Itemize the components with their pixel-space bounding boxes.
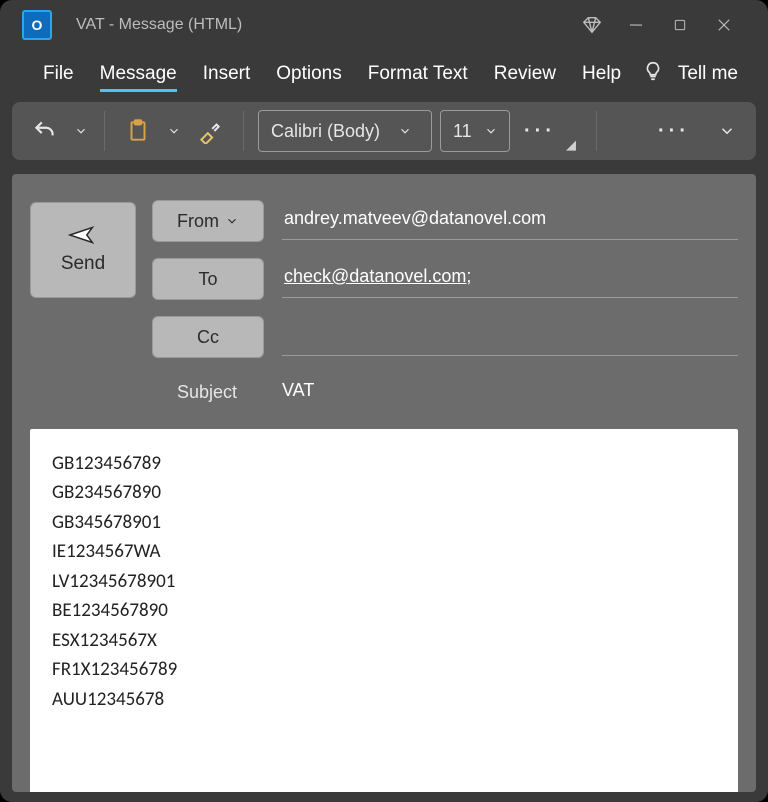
separator <box>596 111 597 151</box>
from-field[interactable]: andrey.matveev@datanovel.com <box>282 202 738 240</box>
subject-field[interactable]: VAT <box>280 374 738 411</box>
to-button[interactable]: To <box>152 258 264 300</box>
menu-help[interactable]: Help <box>569 50 634 98</box>
paste-more-button[interactable] <box>165 111 183 151</box>
font-size-select[interactable]: 11 <box>440 110 510 152</box>
menu-options[interactable]: Options <box>263 50 354 98</box>
body-line: LV12345678901 <box>52 567 716 596</box>
menu-file[interactable]: File <box>30 50 87 98</box>
body-line: FR1X123456789 <box>52 655 716 684</box>
cc-field[interactable] <box>282 319 738 356</box>
menu-insert[interactable]: Insert <box>190 50 264 98</box>
window-title: VAT - Message (HTML) <box>76 16 242 34</box>
body-line: GB345678901 <box>52 508 716 537</box>
from-button[interactable]: From <box>152 200 264 242</box>
separator <box>104 111 105 151</box>
undo-button[interactable] <box>26 111 64 151</box>
subject-label: Subject <box>152 382 262 403</box>
compose-area: Send From andrey.matveev@datanovel.com T… <box>12 174 756 792</box>
to-field[interactable]: check@datanovel.com; <box>282 260 738 298</box>
cc-label: Cc <box>197 327 219 348</box>
to-recipient[interactable]: check@datanovel.com <box>284 266 466 286</box>
to-label: To <box>198 269 217 290</box>
send-button[interactable]: Send <box>30 202 136 298</box>
from-label: From <box>177 211 219 232</box>
cc-button[interactable]: Cc <box>152 316 264 358</box>
send-label: Send <box>61 253 105 275</box>
lightbulb-icon[interactable] <box>642 60 664 88</box>
ribbon-collapse-button[interactable] <box>712 111 742 151</box>
ribbon-more-button-1[interactable]: ··· <box>518 111 562 151</box>
premium-icon[interactable] <box>570 3 614 47</box>
font-size-value: 11 <box>453 121 472 142</box>
ribbon: Calibri (Body) 11 ··· ◢ ··· <box>12 102 756 160</box>
paste-button[interactable] <box>119 111 157 151</box>
menu-format-text[interactable]: Format Text <box>355 50 481 98</box>
ribbon-more-button-2[interactable]: ··· <box>652 111 696 151</box>
dialog-launcher-icon[interactable]: ◢ <box>566 137 576 153</box>
maximize-button[interactable] <box>658 3 702 47</box>
outlook-compose-window: O VAT - Message (HTML) File Message Inse… <box>0 0 768 802</box>
font-family-select[interactable]: Calibri (Body) <box>258 110 432 152</box>
tell-me-search[interactable]: Tell me <box>678 63 738 85</box>
undo-more-button[interactable] <box>72 111 90 151</box>
body-line: IE1234567WA <box>52 537 716 566</box>
minimize-button[interactable] <box>614 3 658 47</box>
body-line: ESX1234567X <box>52 626 716 655</box>
outlook-icon: O <box>22 10 52 40</box>
message-body[interactable]: GB123456789 GB234567890 GB345678901 IE12… <box>30 429 738 792</box>
font-family-value: Calibri (Body) <box>271 121 380 142</box>
body-line: GB123456789 <box>52 449 716 478</box>
menu-message[interactable]: Message <box>87 50 190 98</box>
title-bar: O VAT - Message (HTML) <box>0 0 768 50</box>
format-painter-button[interactable] <box>191 111 229 151</box>
body-line: GB234567890 <box>52 478 716 507</box>
separator <box>243 111 244 151</box>
menu-bar: File Message Insert Options Format Text … <box>0 50 768 98</box>
body-line: AUU12345678 <box>52 685 716 714</box>
menu-review[interactable]: Review <box>481 50 569 98</box>
body-line: BE1234567890 <box>52 596 716 625</box>
close-button[interactable] <box>702 3 746 47</box>
